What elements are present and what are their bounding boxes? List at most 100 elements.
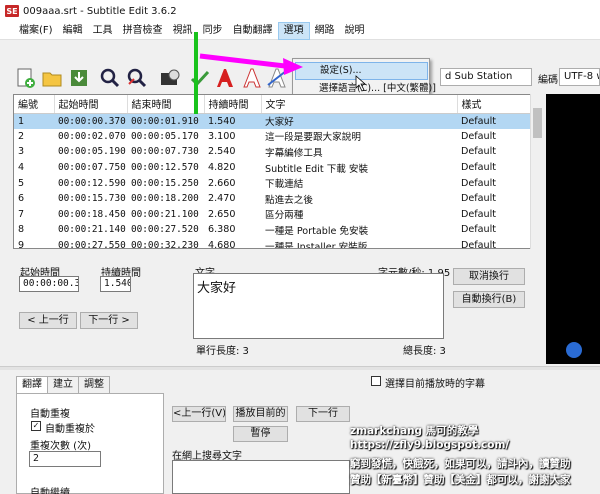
total-length: 總長度: 3 [403,346,446,357]
cell-end: 00:00:21.100 [131,208,199,220]
tab-adjust[interactable]: 調整 [78,376,110,393]
cell-end: 00:00:01.910 [127,113,204,129]
cell-start: 00:00:21.140 [58,224,126,236]
table-row[interactable]: 3 00:00:05.190 00:00:07.730 2.540 字幕編修工具 Defa… [14,144,542,160]
encoding-select[interactable]: UTF-8 w [559,68,600,86]
save-icon[interactable] [67,66,91,90]
table-row[interactable]: 4 00:00:07.750 00:00:12.570 4.820 Subtitle E… [14,160,542,176]
replace-icon[interactable] [125,66,149,90]
auto-repeat-checkbox[interactable]: ✓ [31,421,41,431]
cell-duration: 6.380 [208,224,236,236]
splitter[interactable] [0,366,600,370]
cell-number: 4 [18,162,25,174]
menu-spell-check[interactable]: 拼音檢查 [118,22,168,40]
watermark-line-1: zmarkchang 馬可的教學 [350,425,479,437]
auto-repeat-label: 自動重複於 [45,424,95,435]
cell-end: 00:00:27.520 [131,224,199,236]
table-row[interactable]: 7 00:00:18.450 00:00:21.100 2.650 區分兩種 Defaul… [14,207,542,223]
column-header-duration[interactable]: 持續時間 [204,95,262,114]
table-row[interactable]: 8 00:00:21.140 00:00:27.520 6.380 一種是 Portab… [14,222,542,238]
cell-text: 一種是 Installer 安裝版 [265,241,368,249]
watermark-line-3: 窮到發慌，快餓死，如果可以，請斗內，讀贊助 [350,458,571,470]
table-row[interactable]: 2 00:00:02.070 00:00:05.170 3.100 這一段是要跟大家說明… [14,129,542,145]
cell-start: 00:00:15.730 [58,193,126,205]
title-bar: SE 009aaa.srt - Subtitle Edit 3.6.2 [0,0,600,22]
tab-translate[interactable]: 翻譯 [16,376,48,394]
cell-start: 00:00:02.070 [58,130,126,142]
find-icon[interactable] [98,66,122,90]
visual-sync-icon[interactable] [158,66,182,90]
cell-start: 00:00:12.590 [58,177,126,189]
start-time-input[interactable]: 00:00:00.370 [19,276,79,292]
menu-video[interactable]: 視訊 [168,22,198,40]
menu-file[interactable]: 檔案(F) [14,22,58,40]
cell-end: 00:00:32.230 [131,240,199,249]
open-folder-icon[interactable] [40,66,64,90]
cell-number: 8 [18,224,25,236]
cell-duration: 2.540 [208,146,236,158]
menu-tools[interactable]: 工具 [88,22,118,40]
bottom-tabs: 翻譯 建立 調整 [16,376,110,394]
repeat-count-select[interactable]: 2 [29,451,101,467]
prev-line-button[interactable]: < 上一行 [19,312,77,329]
auto-break-button[interactable]: 自動換行(B) [453,291,525,308]
pause-button[interactable]: 暫停 [233,426,288,442]
cell-text: 點進去之後 [265,194,313,206]
cell-end: 00:00:07.730 [131,146,199,158]
cell-number: 5 [18,177,25,189]
menu-auto-translate[interactable]: 自動翻譯 [228,22,278,40]
new-file-icon[interactable] [13,66,37,90]
playback-prev-button[interactable]: <上一行(V) [172,406,226,422]
cell-number: 9 [18,240,25,249]
grid-scrollbar[interactable] [530,94,544,249]
table-row[interactable]: 9 00:00:27.550 00:00:32.230 4.680 一種是 Instal… [14,238,542,249]
cell-duration: 2.650 [208,208,236,220]
table-row[interactable]: 6 00:00:15.730 00:00:18.200 2.470 點進去之後 Defau… [14,191,542,207]
cell-end: 00:00:15.250 [131,177,199,189]
cell-duration: 1.540 [204,113,261,129]
menu-sync[interactable]: 同步 [198,22,228,40]
column-header-number[interactable]: 編號 [14,95,55,114]
table-row[interactable]: 1 00:00:00.370 00:00:01.910 1.540 大家好 Default [14,113,542,129]
table-row[interactable]: 5 00:00:12.590 00:00:15.250 2.660 下載連結 Defaul… [14,175,542,191]
column-header-start[interactable]: 起始時間 [54,95,128,114]
next-line-button[interactable]: 下一行 > [80,312,138,329]
menu-item-settings[interactable]: 設定(S)... [295,62,428,80]
cell-end: 00:00:12.570 [131,162,199,174]
menu-help[interactable]: 說明 [340,22,370,40]
tab-create[interactable]: 建立 [47,376,79,393]
encoding-label: 編碼 [538,75,558,86]
cell-number: 3 [18,146,25,158]
column-header-text[interactable]: 文字 [261,95,458,114]
cell-text: 下載連結 [265,179,304,191]
cell-text: 區分兩種 [265,210,304,222]
menu-network[interactable]: 網路 [310,22,340,40]
cell-text: 字幕編修工具 [265,147,323,159]
select-current-subtitle-checkbox[interactable] [371,376,381,386]
select-current-subtitle-label: 選擇目前播放時的字幕 [385,379,485,390]
unbreak-button[interactable]: 取消換行 [453,268,525,285]
auto-repeat-group-label: 自動重複 [30,409,70,420]
cell-duration: 4.680 [208,240,236,249]
subtitle-format-select[interactable]: d Sub Station [440,68,532,86]
spell-check-icon[interactable] [188,66,212,90]
font-red-a-icon[interactable] [213,66,237,90]
playback-next-button[interactable]: 下一行 [296,406,350,422]
subtitle-text-input[interactable]: 大家好 [193,273,444,339]
cell-start: 00:00:27.550 [58,240,126,249]
subtitle-grid[interactable]: 編號 起始時間 結束時間 持續時間 文字 樣式 1 00:00:00.370 00:… [13,94,543,249]
font-outline-a-icon[interactable] [240,66,264,90]
play-current-button[interactable]: 播放目前的 [233,406,288,422]
font-strike-a-icon[interactable] [265,66,289,90]
menu-options[interactable]: 選項 [277,21,310,40]
repeat-count-label: 重複次數 (次) [30,441,91,452]
column-header-end[interactable]: 結束時間 [127,95,205,114]
scrollbar-thumb[interactable] [533,108,542,138]
play-icon[interactable] [566,342,582,358]
duration-input[interactable]: 1.540 [100,276,131,292]
cell-duration: 2.660 [208,177,236,189]
menu-edit[interactable]: 編輯 [58,22,88,40]
window-title: 009aaa.srt - Subtitle Edit 3.6.2 [23,5,177,17]
cell-text: 大家好 [261,113,457,129]
search-online-input[interactable] [172,460,350,494]
